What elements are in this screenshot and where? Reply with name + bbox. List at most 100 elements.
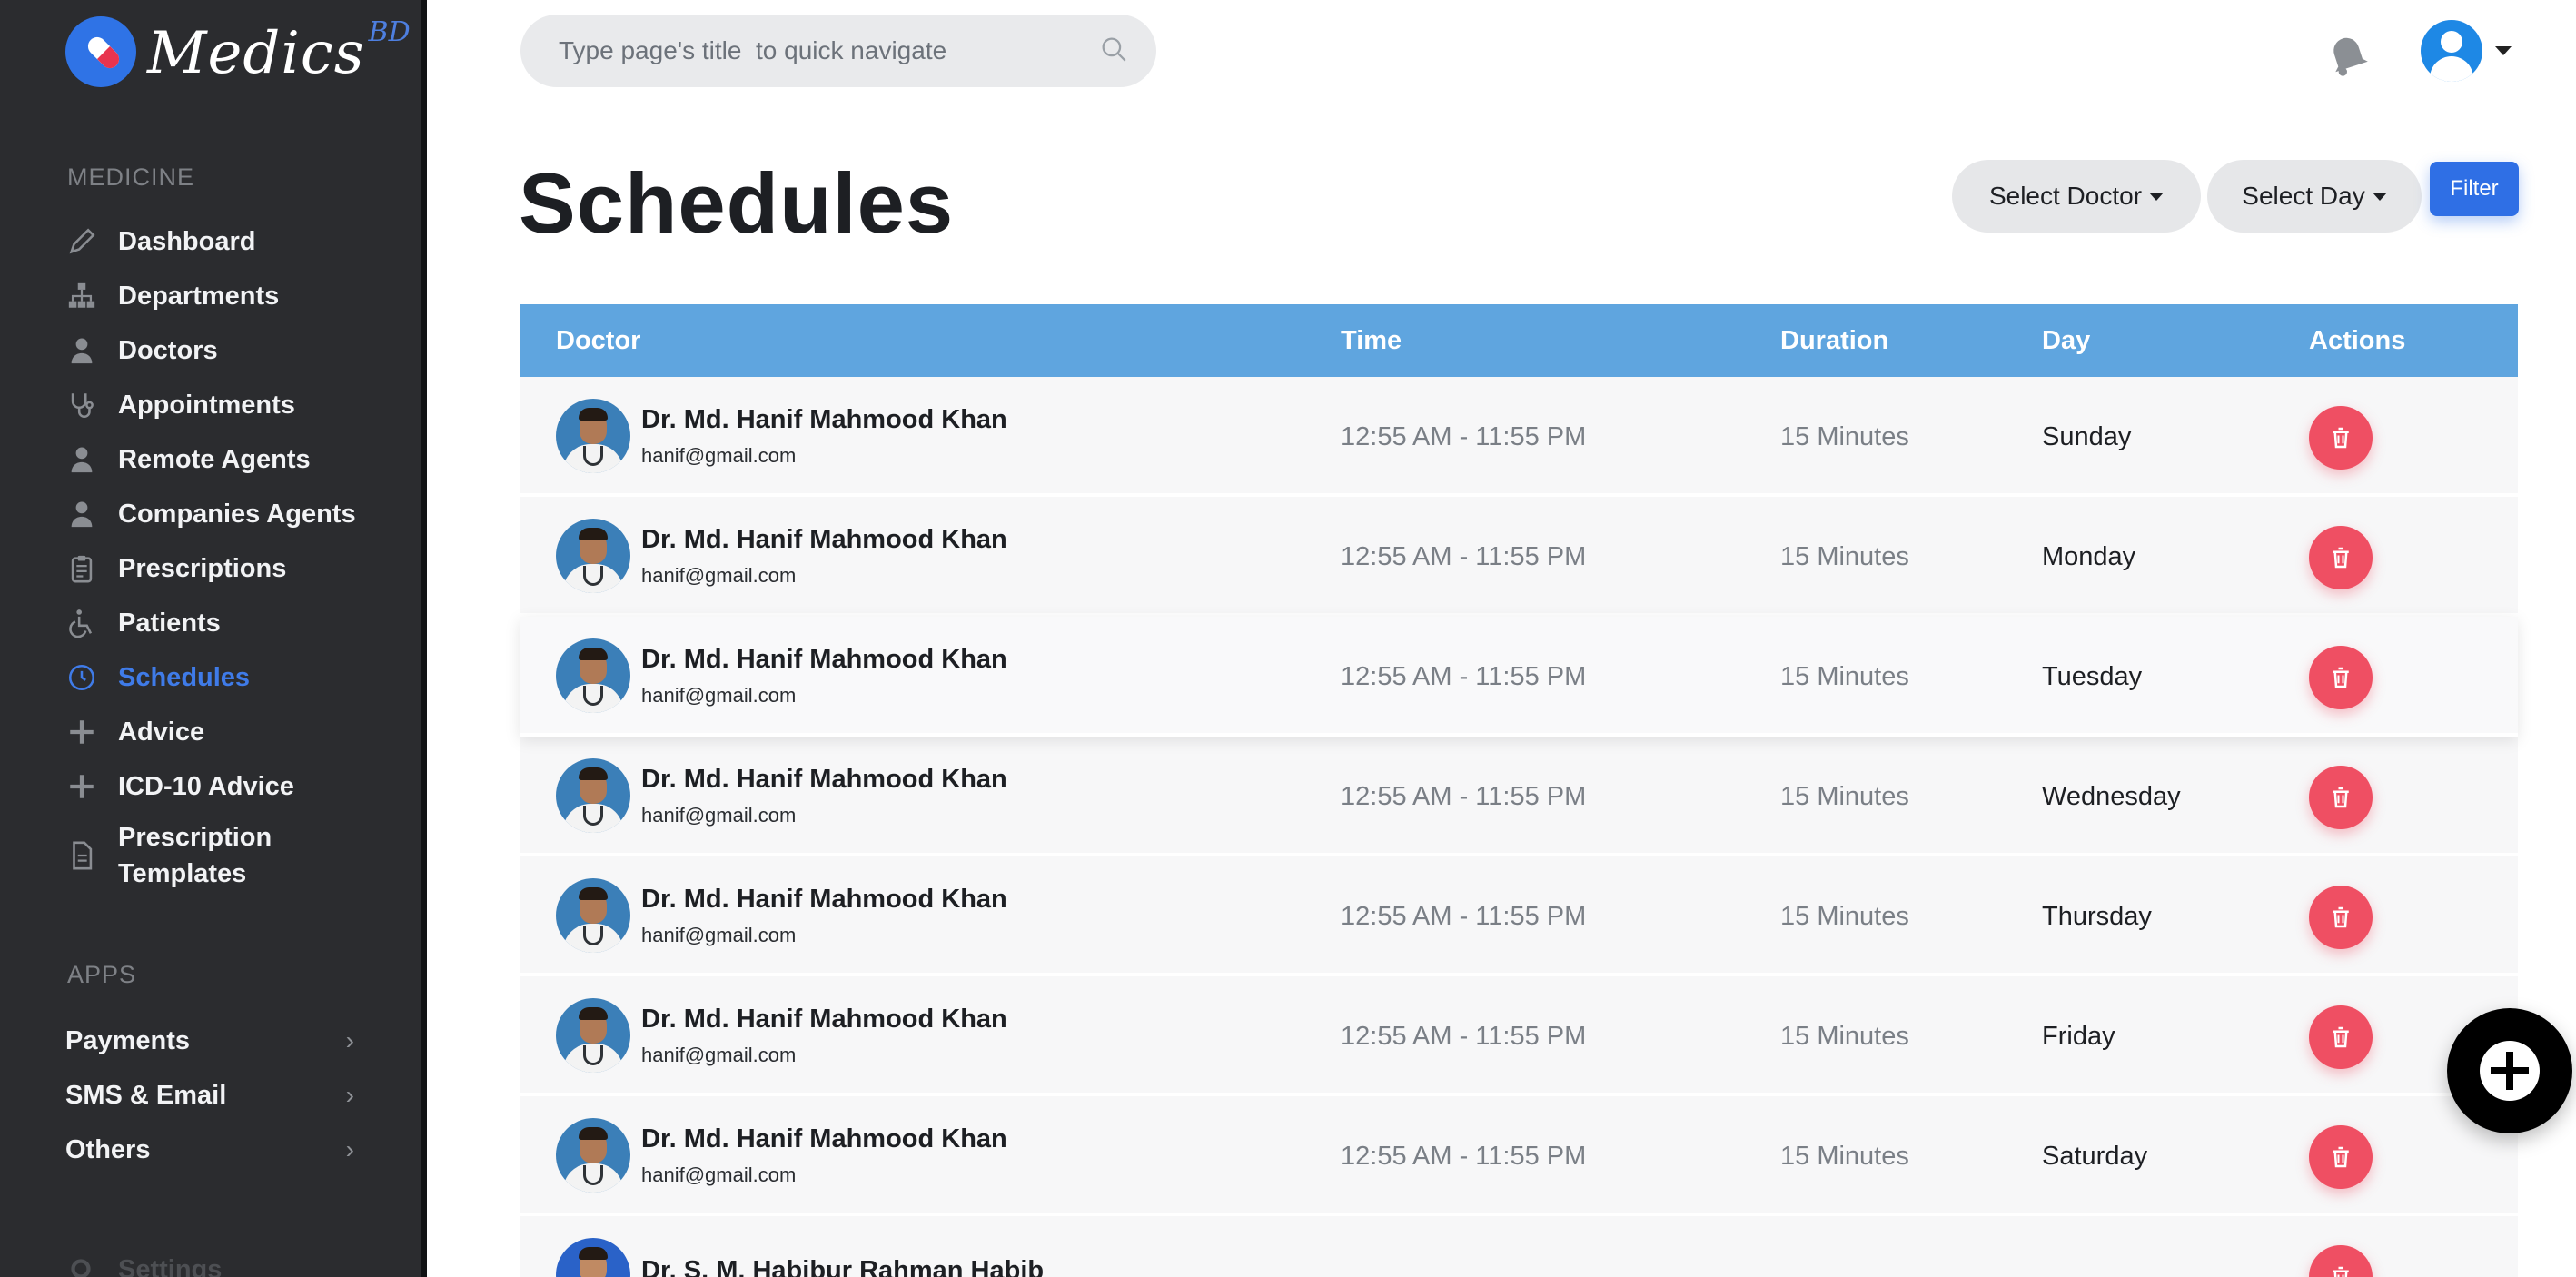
time-cell: 12:55 AM - 11:55 PM [1341, 1142, 1587, 1171]
clipboard-icon [65, 552, 98, 585]
delete-button[interactable] [2309, 886, 2373, 949]
table-row[interactable]: Dr. S. M. Habibur Rahman Habib [520, 1216, 2518, 1277]
doctor-cell: Dr. S. M. Habibur Rahman Habib [556, 1238, 1044, 1277]
sidebar-item-dashboard[interactable]: Dashboard [65, 214, 420, 269]
doctor-info: Dr. S. M. Habibur Rahman Habib [641, 1256, 1044, 1277]
column-header-duration[interactable]: Duration [1780, 326, 1888, 356]
pen-icon [65, 225, 98, 258]
delete-button[interactable] [2309, 1245, 2373, 1277]
day-cell: Sunday [2042, 422, 2132, 451]
trash-icon [2327, 544, 2354, 571]
sidebar-item-schedules[interactable]: Schedules [65, 650, 420, 705]
doctor-avatar [556, 399, 630, 473]
sidebar-item-payments[interactable]: Payments › [65, 1014, 427, 1068]
day-cell: Monday [2042, 542, 2136, 571]
table-row[interactable]: Dr. Md. Hanif Mahmood Khan hanif@gmail.co… [520, 1096, 2518, 1216]
sidebar-item-settings[interactable]: Settings [65, 1253, 222, 1277]
day-cell: Thursday [2042, 902, 2152, 931]
doctor-name: Dr. Md. Hanif Mahmood Khan [641, 644, 1007, 674]
column-header-day[interactable]: Day [2042, 326, 2090, 356]
sidebar-item-patients[interactable]: Patients [65, 596, 420, 650]
avatar [2421, 20, 2482, 82]
table-row[interactable]: Dr. Md. Hanif Mahmood Khan hanif@gmail.co… [520, 976, 2518, 1096]
sidebar-item-label: Departments [118, 281, 280, 311]
doctor-email: hanif@gmail.com [641, 803, 797, 827]
doctor-avatar [556, 878, 630, 953]
doctor-cell: Dr. Md. Hanif Mahmood Khan hanif@gmail.co… [556, 519, 1007, 593]
sidebar-item-label: Appointments [118, 390, 295, 420]
doctor-info: Dr. Md. Hanif Mahmood Khan hanif@gmail.co… [641, 525, 1007, 588]
table-row[interactable]: Dr. Md. Hanif Mahmood Khan hanif@gmail.co… [520, 497, 2518, 617]
sidebar-item-remote-agents[interactable]: Remote Agents [65, 432, 420, 487]
doctor-name: Dr. Md. Hanif Mahmood Khan [641, 404, 1007, 434]
duration-cell: 15 Minutes [1780, 1142, 1909, 1171]
doctor-name: Dr. Md. Hanif Mahmood Khan [641, 524, 1007, 554]
file-icon [65, 839, 98, 872]
column-header-doctor[interactable]: Doctor [556, 326, 640, 356]
doctor-avatar [556, 519, 630, 593]
quick-navigate-search [520, 15, 1156, 87]
page-title: Schedules [519, 155, 955, 251]
user-menu[interactable] [2421, 20, 2512, 82]
chevron-right-icon: › [345, 1135, 354, 1163]
doctor-email: hanif@gmail.com [641, 1163, 797, 1186]
sidebar-item-sms-email[interactable]: SMS & Email › [65, 1068, 427, 1123]
delete-button[interactable] [2309, 1005, 2373, 1069]
notification-bell-icon[interactable] [2322, 27, 2373, 78]
select-day-dropdown[interactable]: Select Day [2207, 160, 2422, 233]
search-input[interactable] [559, 36, 1098, 65]
doctor-email: hanif@gmail.com [641, 683, 797, 707]
day-cell: Saturday [2042, 1142, 2148, 1171]
sidebar-item-label: ICD-10 Advice [118, 771, 294, 801]
clock-icon [65, 661, 98, 694]
table-row[interactable]: Dr. Md. Hanif Mahmood Khan hanif@gmail.co… [520, 377, 2518, 497]
time-cell: 12:55 AM - 11:55 PM [1341, 542, 1587, 571]
sidebar-item-prescriptions[interactable]: Prescriptions [65, 541, 420, 596]
sidebar-item-others[interactable]: Others › [65, 1123, 427, 1177]
wheelchair-icon [65, 607, 98, 639]
sidebar-item-label: Settings [118, 1254, 223, 1277]
sidebar-item-advice[interactable]: Advice [65, 705, 420, 759]
table-row[interactable]: Dr. Md. Hanif Mahmood Khan hanif@gmail.co… [520, 856, 2518, 976]
doctor-email: hanif@gmail.com [641, 443, 797, 467]
delete-button[interactable] [2309, 526, 2373, 589]
delete-button[interactable] [2309, 766, 2373, 829]
delete-button[interactable] [2309, 406, 2373, 470]
sidebar-item-prescription-templates[interactable]: Prescription Templates [65, 814, 420, 897]
search-icon[interactable] [1098, 34, 1129, 69]
filter-button[interactable]: Filter [2430, 162, 2519, 216]
sidebar-item-label: Prescriptions [118, 553, 287, 583]
sidebar-item-icd10-advice[interactable]: ICD-10 Advice [65, 759, 420, 814]
select-day-label: Select Day [2242, 182, 2365, 210]
sidebar-item-appointments[interactable]: Appointments [65, 378, 420, 432]
doctor-cell: Dr. Md. Hanif Mahmood Khan hanif@gmail.co… [556, 878, 1007, 953]
add-schedule-button[interactable] [2447, 1008, 2572, 1133]
doctor-info: Dr. Md. Hanif Mahmood Khan hanif@gmail.co… [641, 405, 1007, 468]
sidebar: Medics BD MEDICINE Dashboard Departments… [0, 0, 427, 1277]
schedules-table: Doctor Time Duration Day Actions Dr. Md.… [520, 304, 2518, 1277]
trash-icon [2327, 1263, 2354, 1277]
doctor-avatar [556, 998, 630, 1073]
delete-button[interactable] [2309, 1125, 2373, 1189]
trash-icon [2327, 424, 2354, 451]
trash-icon [2327, 784, 2354, 811]
sidebar-item-doctors[interactable]: Doctors [65, 323, 420, 378]
delete-button[interactable] [2309, 646, 2373, 709]
chevron-down-icon [2372, 192, 2387, 201]
gear-icon [65, 1253, 98, 1277]
doctor-name: Dr. Md. Hanif Mahmood Khan [641, 1004, 1007, 1034]
sidebar-nav: Dashboard Departments Doctors Appointmen… [65, 214, 420, 897]
table-row[interactable]: Dr. Md. Hanif Mahmood Khan hanif@gmail.co… [520, 737, 2518, 856]
brand-name: Medics [147, 20, 365, 87]
doctor-cell: Dr. Md. Hanif Mahmood Khan hanif@gmail.co… [556, 638, 1007, 713]
doctor-info: Dr. Md. Hanif Mahmood Khan hanif@gmail.co… [641, 1124, 1007, 1187]
brand-logo[interactable]: Medics BD [65, 16, 411, 87]
column-header-actions: Actions [2309, 325, 2406, 355]
table-row[interactable]: Dr. Md. Hanif Mahmood Khan hanif@gmail.co… [520, 617, 2518, 737]
sidebar-item-companies-agents[interactable]: Companies Agents [65, 487, 420, 541]
doctor-info: Dr. Md. Hanif Mahmood Khan hanif@gmail.co… [641, 765, 1007, 827]
sidebar-item-label: Payments [65, 1025, 191, 1055]
column-header-time[interactable]: Time [1341, 326, 1402, 356]
sidebar-item-departments[interactable]: Departments [65, 269, 420, 323]
select-doctor-dropdown[interactable]: Select Doctor [1952, 160, 2201, 233]
